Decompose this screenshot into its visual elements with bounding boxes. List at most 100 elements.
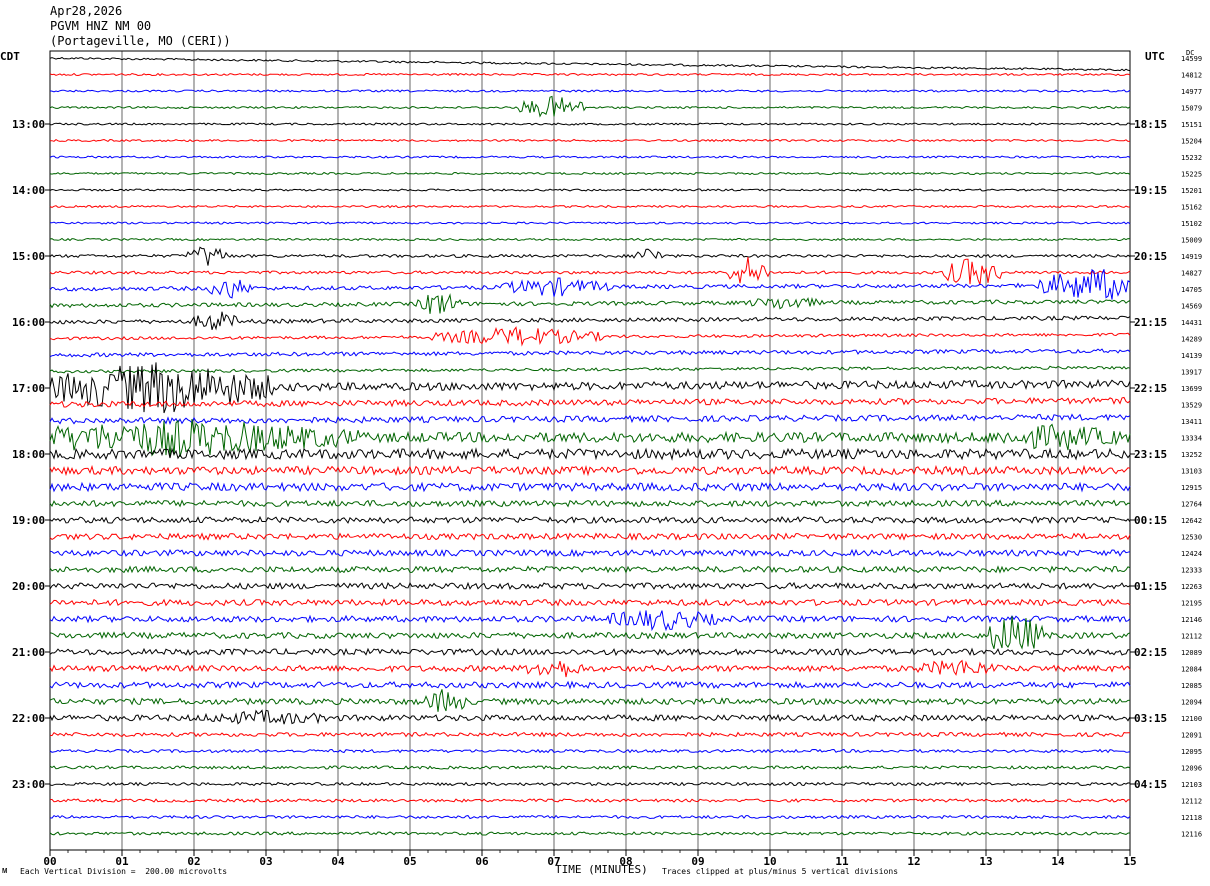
trace-row bbox=[49, 731, 1130, 738]
dc-offset-label: 13917 bbox=[1181, 369, 1202, 377]
left-time-label: 13:00 bbox=[12, 118, 45, 131]
trace-row bbox=[49, 365, 1131, 374]
x-axis-label: TIME (MINUTES) bbox=[555, 863, 648, 876]
trace-row bbox=[49, 138, 1131, 143]
trace-row bbox=[49, 56, 1131, 72]
right-time-label: 01:15 bbox=[1134, 580, 1167, 593]
left-time-label: 14:00 bbox=[12, 184, 45, 197]
trace-row bbox=[49, 548, 1131, 558]
dc-offset-label: 12146 bbox=[1181, 616, 1202, 624]
trace-row bbox=[49, 565, 1131, 574]
trace-row bbox=[49, 610, 1131, 632]
left-time-label: 19:00 bbox=[12, 514, 45, 527]
left-time-label: 23:00 bbox=[12, 778, 45, 791]
left-time-label: 22:00 bbox=[12, 712, 45, 725]
left-time-label: 20:00 bbox=[12, 580, 45, 593]
dc-offset-label: 12118 bbox=[1181, 814, 1202, 822]
dc-offset-label: 12085 bbox=[1181, 682, 1202, 690]
trace-row bbox=[49, 256, 1131, 285]
trace-row bbox=[49, 615, 1131, 650]
trace-row bbox=[49, 581, 1131, 591]
trace-row bbox=[49, 680, 1131, 690]
dc-offset-label: 15204 bbox=[1181, 138, 1202, 146]
dc-offset-label: 14139 bbox=[1181, 352, 1202, 360]
dc-offset-label: 13252 bbox=[1181, 451, 1202, 459]
dc-offset-label: 15151 bbox=[1181, 121, 1202, 129]
trace-row bbox=[49, 464, 1131, 477]
dc-offset-label: 12424 bbox=[1181, 550, 1202, 558]
dc-offset-label: 14919 bbox=[1181, 253, 1202, 261]
dc-offset-label: 13334 bbox=[1181, 435, 1202, 443]
dc-offset-label: 12116 bbox=[1181, 831, 1202, 839]
left-time-label: 16:00 bbox=[12, 316, 45, 329]
trace-row bbox=[49, 481, 1131, 493]
dc-offset-label: 14599 bbox=[1181, 55, 1202, 63]
right-time-label: 18:15 bbox=[1134, 118, 1167, 131]
dc-offset-label: 14569 bbox=[1181, 303, 1202, 311]
right-time-label: 23:15 bbox=[1134, 448, 1167, 461]
left-time-label: 15:00 bbox=[12, 250, 45, 263]
scale-note: Each Vertical Division = 200.00 microvol… bbox=[20, 867, 228, 876]
right-time-label: 22:15 bbox=[1134, 382, 1167, 395]
dc-offset-label: 12333 bbox=[1181, 567, 1202, 575]
dc-offset-label: 13103 bbox=[1181, 468, 1202, 476]
trace-row bbox=[49, 647, 1131, 657]
dc-offset-label: 14812 bbox=[1181, 72, 1202, 80]
trace-row bbox=[49, 237, 1131, 242]
right-time-label: 02:15 bbox=[1134, 646, 1167, 659]
trace-row bbox=[49, 515, 1131, 524]
trace-row bbox=[49, 499, 1131, 508]
dc-offset-label: 12112 bbox=[1181, 798, 1202, 806]
dc-offset-label: 13411 bbox=[1181, 418, 1202, 426]
trace-row bbox=[49, 311, 1131, 331]
x-tick-label: 04 bbox=[331, 855, 345, 868]
x-tick-label: 14 bbox=[1051, 855, 1065, 868]
dc-offset-label: 12642 bbox=[1181, 517, 1202, 525]
dc-offset-label: 12530 bbox=[1181, 534, 1202, 542]
dc-offset-label: 15225 bbox=[1181, 171, 1202, 179]
dc-offset-label: 12094 bbox=[1181, 699, 1202, 707]
right-time-label: 03:15 bbox=[1134, 712, 1167, 725]
dc-offset-label: 15162 bbox=[1181, 204, 1202, 212]
dc-offset-label: 12089 bbox=[1181, 649, 1202, 657]
trace-row bbox=[49, 188, 1131, 192]
dc-offset-label: 14431 bbox=[1181, 319, 1202, 327]
dc-offset-label: 12195 bbox=[1181, 600, 1202, 608]
trace-row bbox=[49, 709, 1131, 725]
dc-offset-label: 15079 bbox=[1181, 105, 1202, 113]
right-time-label: 20:15 bbox=[1134, 250, 1167, 263]
trace-row bbox=[49, 221, 1131, 225]
x-tick-label: 06 bbox=[475, 855, 489, 868]
dc-offset-label: 12096 bbox=[1181, 765, 1202, 773]
dc-offset-label: 12084 bbox=[1181, 666, 1202, 674]
trace-row bbox=[49, 396, 1131, 408]
trace-row bbox=[49, 798, 1131, 803]
dc-offset-label: 12112 bbox=[1181, 633, 1202, 641]
dc-offset-label: 12100 bbox=[1181, 715, 1202, 723]
dc-offset-label: 12764 bbox=[1181, 501, 1202, 509]
trace-row bbox=[49, 748, 1131, 754]
right-time-label: 04:15 bbox=[1134, 778, 1167, 791]
dc-offset-label: 15009 bbox=[1181, 237, 1202, 245]
trace-row bbox=[49, 72, 1131, 77]
trace-row bbox=[49, 765, 1131, 770]
dc-offset-label: 12091 bbox=[1181, 732, 1202, 740]
left-time-label: 21:00 bbox=[12, 646, 45, 659]
x-tick-label: 12 bbox=[907, 855, 920, 868]
trace-row bbox=[49, 447, 1131, 461]
trace-row bbox=[49, 598, 1131, 607]
trace-row bbox=[49, 781, 1131, 787]
left-time-label: 17:00 bbox=[12, 382, 45, 395]
x-tick-label: 03 bbox=[259, 855, 272, 868]
left-time-label: 18:00 bbox=[12, 448, 45, 461]
seismogram-plot: 00 01 02 03 04 05 06 07 08 09 10 11 12 13 14 1514599148… bbox=[12, 50, 1202, 868]
dc-offset-label: 14827 bbox=[1181, 270, 1202, 278]
dc-offset-label: 12095 bbox=[1181, 748, 1202, 756]
trace-row bbox=[49, 326, 1131, 347]
trace-row bbox=[49, 204, 1130, 209]
dc-offset-label: 12103 bbox=[1181, 781, 1202, 789]
trace-row bbox=[49, 89, 1131, 93]
dc-offset-label: 14977 bbox=[1181, 88, 1202, 96]
trace-row bbox=[49, 155, 1131, 159]
dc-offset-label: 14705 bbox=[1181, 286, 1202, 294]
